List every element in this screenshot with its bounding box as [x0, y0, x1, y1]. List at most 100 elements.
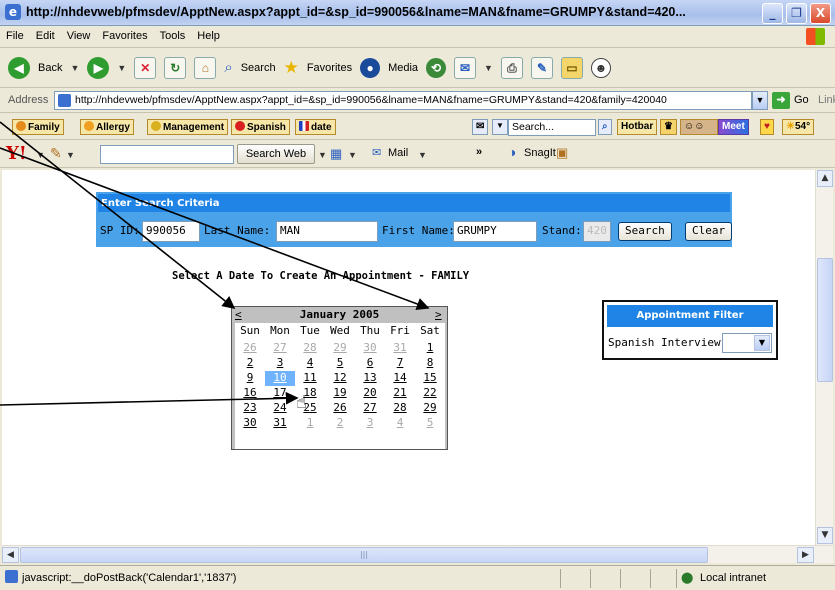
stop-icon[interactable]: ✕ [134, 56, 157, 79]
search-button-label[interactable]: Search [241, 62, 276, 74]
calendar-day[interactable]: 15 [415, 371, 445, 386]
next-month-link[interactable]: > [435, 308, 442, 321]
minimize-button[interactable]: _ [762, 3, 783, 24]
yahoo-mail-button[interactable]: Mail [388, 147, 408, 159]
highlight-dropdown-icon[interactable]: ▼ [348, 150, 357, 160]
mail-dropdown-icon[interactable]: ▼ [484, 63, 493, 73]
pencil-icon[interactable]: ✎ [50, 145, 62, 162]
scroll-right-icon[interactable]: ▶ [797, 547, 814, 563]
date-link[interactable]: date [295, 119, 336, 135]
calendar-day[interactable]: 31 [385, 341, 415, 356]
print-icon[interactable]: ⎙ [500, 56, 523, 79]
calendar-day[interactable]: 24 [265, 401, 295, 416]
calendar-day[interactable]: 11 [295, 371, 325, 386]
mail-envelope-icon[interactable]: ✉ [372, 146, 381, 159]
calendar-day[interactable]: 23 [235, 401, 265, 416]
calendar-day[interactable]: 5 [325, 356, 355, 371]
pencil-dropdown-icon[interactable]: ▼ [66, 150, 75, 160]
last-name-input[interactable]: MAN [276, 221, 378, 242]
go-button[interactable]: Go [794, 94, 809, 106]
stand-input[interactable]: 420 [583, 221, 611, 242]
calendar-day[interactable]: 13 [355, 371, 385, 386]
highlight-icon[interactable]: ▦ [330, 146, 342, 162]
calendar-day[interactable]: 18 [295, 386, 325, 401]
crown-icon[interactable]: ♛ [660, 119, 677, 135]
scroll-down-icon[interactable]: ▼ [817, 527, 833, 544]
snagit-button[interactable]: SnagIt [524, 147, 556, 159]
calendar-day[interactable]: 19 [325, 386, 355, 401]
calendar-day[interactable]: 9 [235, 371, 265, 386]
favorites-button-label[interactable]: Favorites [307, 62, 352, 74]
calendar-day[interactable]: 2 [325, 416, 355, 431]
menu-tools[interactable]: Tools [154, 27, 192, 45]
calendar-day[interactable]: 30 [355, 341, 385, 356]
forward-dropdown-icon[interactable]: ▼ [117, 63, 126, 73]
calendar-day[interactable]: 31 [265, 416, 295, 431]
heart-icon[interactable]: ♥ [760, 119, 774, 135]
close-button[interactable]: X [810, 3, 831, 24]
sp-id-input[interactable]: 990056 [142, 221, 200, 242]
calendar-day[interactable]: 26 [235, 341, 265, 356]
calendar-day[interactable]: 4 [385, 416, 415, 431]
hotbar-link[interactable]: Hotbar [617, 119, 658, 135]
search-dropdown-icon[interactable]: ▼ [492, 119, 508, 135]
calendar-day[interactable]: 29 [325, 341, 355, 356]
scroll-up-icon[interactable]: ▲ [817, 170, 833, 187]
media-button-label[interactable]: Media [388, 62, 418, 74]
calendar-day[interactable]: 20 [355, 386, 385, 401]
forward-arrow-icon[interactable]: ▶ [87, 56, 110, 79]
snagit-capture-icon[interactable]: ▣ [556, 145, 568, 161]
calendar-day[interactable]: 30 [235, 416, 265, 431]
calendar-day[interactable]: 7 [385, 356, 415, 371]
menu-view[interactable]: View [61, 27, 97, 45]
first-name-input[interactable]: GRUMPY [453, 221, 537, 242]
address-input[interactable]: http://nhdevweb/pfmsdev/ApptNew.aspx?app… [54, 91, 752, 110]
clear-button[interactable]: Clear [685, 222, 733, 241]
calendar-day[interactable]: 21 [385, 386, 415, 401]
horizontal-scrollbar[interactable]: ◀ ||| ▶ [2, 545, 833, 563]
address-url[interactable]: http://nhdevweb/pfmsdev/ApptNew.aspx?app… [75, 94, 667, 106]
calendar-day[interactable]: 8 [415, 356, 445, 371]
meet-link[interactable]: Meet [718, 119, 749, 135]
favorites-star-icon[interactable]: ★ [284, 58, 299, 78]
menu-edit[interactable]: Edit [30, 27, 61, 45]
yahoo-logo[interactable]: Y! [6, 143, 27, 164]
calendar-day[interactable]: 3 [265, 356, 295, 371]
calendar-day[interactable]: 4 [295, 356, 325, 371]
media-icon[interactable]: ● [360, 57, 381, 78]
vertical-scrollbar[interactable]: ▲ ▼ [815, 170, 833, 545]
more-chevron[interactable]: » [476, 146, 482, 158]
calendar-day[interactable]: 6 [355, 356, 385, 371]
search-web-button[interactable]: Search Web [237, 144, 315, 164]
calendar-day[interactable]: 29 [415, 401, 445, 416]
messenger-icon[interactable]: ☻ [590, 57, 611, 78]
mail-dropdown-caret-icon[interactable]: ▼ [418, 150, 427, 160]
links-search-icon[interactable]: ⌕ [598, 119, 612, 135]
spanish-link[interactable]: Spanish [231, 119, 290, 135]
calendar-day[interactable]: 2 [235, 356, 265, 371]
back-button-label[interactable]: Back [38, 62, 62, 74]
restore-button[interactable]: ❐ [786, 3, 807, 24]
calendar-day[interactable]: 5 [415, 416, 445, 431]
allergy-link[interactable]: Allergy [80, 119, 134, 135]
menu-favorites[interactable]: Favorites [96, 27, 153, 45]
search-icon[interactable]: ⌕ [224, 59, 232, 76]
calendar-day[interactable]: 17 [265, 386, 295, 401]
menu-file[interactable]: File [0, 27, 30, 45]
calendar-day[interactable]: 10 [265, 371, 295, 386]
address-dropdown-icon[interactable]: ▼ [752, 91, 768, 110]
search-web-dropdown-icon[interactable]: ▼ [318, 150, 327, 160]
menu-help[interactable]: Help [191, 27, 226, 45]
back-arrow-icon[interactable]: ◀ [8, 56, 30, 79]
people-icon[interactable]: ☺☺ [680, 119, 718, 135]
refresh-icon[interactable]: ↻ [164, 56, 187, 79]
folder-icon[interactable]: ▭ [560, 56, 583, 79]
spanish-interview-select[interactable]: ▼ [722, 333, 772, 353]
calendar-day[interactable]: 27 [265, 341, 295, 356]
mail-link-icon[interactable]: ✉ [472, 119, 489, 135]
yahoo-dropdown-icon[interactable]: ▼ [36, 150, 45, 160]
calendar-day[interactable]: 25 [295, 401, 325, 416]
links-button[interactable]: Links [818, 94, 835, 106]
chevron-down-icon[interactable]: ▼ [754, 335, 770, 351]
calendar-day[interactable]: 28 [385, 401, 415, 416]
